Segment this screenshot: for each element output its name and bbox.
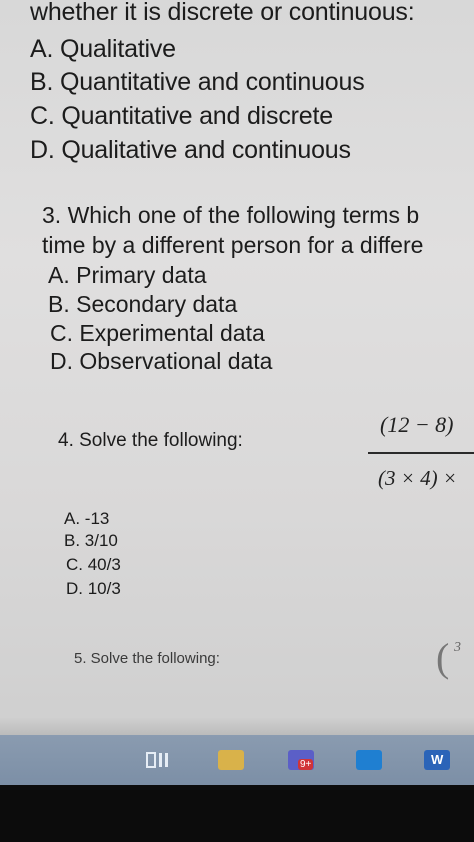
q4-option-c: C. 40/3 xyxy=(66,555,121,574)
taskbar: 9+ W xyxy=(0,735,474,785)
q2-option-c: C. Quantitative and discrete xyxy=(30,102,333,130)
q3-option-c: C. Experimental data xyxy=(50,320,265,346)
word-icon-letter: W xyxy=(431,752,444,767)
q2-option-b: B. Quantitative and continuous xyxy=(30,68,365,96)
q4-denominator: (3 × 4) × xyxy=(378,466,458,490)
file-explorer-icon[interactable] xyxy=(218,750,244,770)
word-icon[interactable]: W xyxy=(424,750,450,770)
q4-option-b: B. 3/10 xyxy=(64,531,118,550)
q5-prompt: 5. Solve the following: xyxy=(74,650,220,667)
monitor-bezel xyxy=(0,785,474,842)
q3-option-b: B. Secondary data xyxy=(48,291,238,317)
q3-question-line1: 3. Which one of the following terms b xyxy=(42,202,420,228)
q4-numerator: (12 − 8) xyxy=(380,412,454,437)
q2-question-tail: whether it is discrete or continuous: xyxy=(30,0,415,26)
task-view-icon[interactable] xyxy=(145,750,171,770)
worksheet-page: whether it is discrete or continuous: A.… xyxy=(0,0,474,735)
q3-option-d: D. Observational data xyxy=(50,348,273,374)
q4-option-d: D. 10/3 xyxy=(66,579,121,598)
teams-icon[interactable]: 9+ xyxy=(288,750,314,770)
q4-prompt: 4. Solve the following: xyxy=(58,430,243,451)
q2-option-a: A. Qualitative xyxy=(30,35,176,63)
q4-fraction-bar xyxy=(368,452,474,454)
q2-option-d: D. Qualitative and continuous xyxy=(30,136,351,164)
q5-fraction-top: 3 xyxy=(454,640,461,655)
q5-open-bracket: ( xyxy=(436,635,450,680)
outlook-icon[interactable] xyxy=(356,750,382,770)
teams-badge: 9+ xyxy=(298,759,314,770)
q4-option-a: A. -13 xyxy=(64,509,110,528)
q3-question-line2: time by a different person for a differe xyxy=(42,232,424,258)
q3-option-a: A. Primary data xyxy=(48,262,207,288)
